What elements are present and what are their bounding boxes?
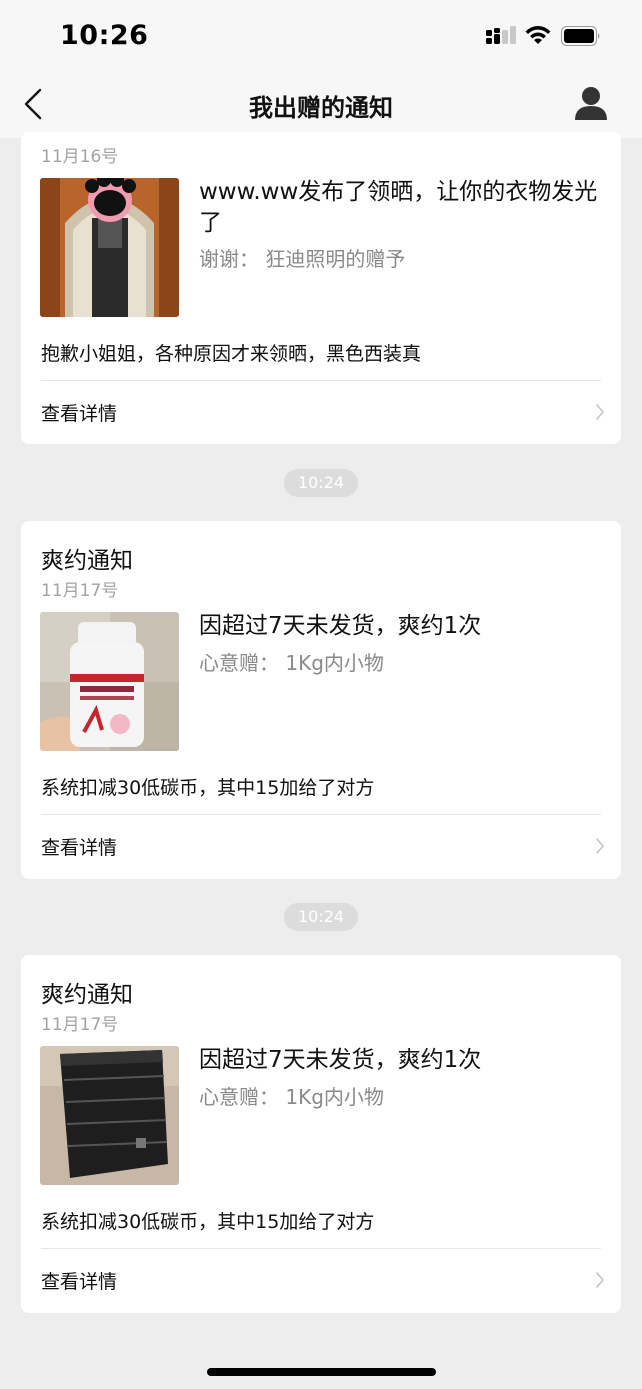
notification-message: 因超过7天未发货，爽约1次 bbox=[199, 1047, 482, 1073]
timestamp-pill: 10:24 bbox=[284, 903, 358, 931]
view-details-label: 查看详情 bbox=[41, 1271, 118, 1293]
person-icon[interactable] bbox=[574, 85, 608, 121]
waist-trainer-photo bbox=[40, 1046, 179, 1185]
view-details-button[interactable]: 查看详情 bbox=[21, 1249, 621, 1311]
status-bar: 10:26 bbox=[0, 0, 642, 68]
gift-info: 心意赠： 1Kg内小物 bbox=[199, 651, 384, 675]
chevron-right-icon bbox=[596, 404, 604, 420]
notification-body: 抱歉小姐姐，各种原因才来领晒，黑色西装真 bbox=[41, 343, 422, 365]
item-thumbnail[interactable] bbox=[40, 178, 179, 317]
vitamin-bottle-photo bbox=[40, 612, 179, 751]
missed-delivery-card: 爽约通知 11月17号 因超过7天未发货，爽约1次 心意赠： 1Kg内小物 系统… bbox=[21, 955, 621, 1313]
view-details-button[interactable]: 查看详情 bbox=[21, 381, 621, 443]
gift-info: 心意赠： 1Kg内小物 bbox=[199, 1085, 384, 1109]
card-date: 11月17号 bbox=[41, 1015, 119, 1035]
timestamp-pill: 10:24 bbox=[284, 469, 358, 497]
notification-body: 系统扣减30低碳币，其中15加给了对方 bbox=[41, 1211, 375, 1233]
gift-info: 谢谢： 狂迪照明的赠予 bbox=[199, 247, 406, 271]
cellular-signal-icon bbox=[486, 26, 516, 44]
home-indicator[interactable] bbox=[207, 1368, 436, 1376]
notification-message: www.ww发布了领晒，让你的衣物发光了 bbox=[199, 179, 598, 236]
chevron-right-icon bbox=[596, 1272, 604, 1288]
card-title: 爽约通知 bbox=[41, 982, 133, 1008]
battery-icon bbox=[561, 26, 600, 46]
page-title: 我出赠的通知 bbox=[249, 94, 393, 122]
chevron-right-icon bbox=[596, 838, 604, 854]
status-time: 10:26 bbox=[60, 20, 149, 51]
notification-card: 11月16号 www.ww发布了领晒，让你的衣物发光了 谢谢： 狂迪照明的赠予 … bbox=[21, 132, 621, 444]
item-thumbnail[interactable] bbox=[40, 612, 179, 751]
view-details-label: 查看详情 bbox=[41, 403, 118, 425]
card-title: 爽约通知 bbox=[41, 548, 133, 574]
nav-bar: 我出赠的通知 bbox=[0, 68, 642, 138]
missed-delivery-card: 爽约通知 11月17号 因超过7天未发货，爽约1次 心意赠： 1Kg内小物 系统… bbox=[21, 521, 621, 879]
notification-message: 因超过7天未发货，爽约1次 bbox=[199, 613, 482, 639]
card-date: 11月17号 bbox=[41, 581, 119, 601]
wifi-icon bbox=[525, 26, 551, 44]
item-thumbnail[interactable] bbox=[40, 1046, 179, 1185]
view-details-button[interactable]: 查看详情 bbox=[21, 815, 621, 877]
card-date: 11月16号 bbox=[41, 147, 119, 167]
notification-body: 系统扣减30低碳币，其中15加给了对方 bbox=[41, 777, 375, 799]
view-details-label: 查看详情 bbox=[41, 837, 118, 859]
clothing-photo bbox=[40, 178, 179, 317]
